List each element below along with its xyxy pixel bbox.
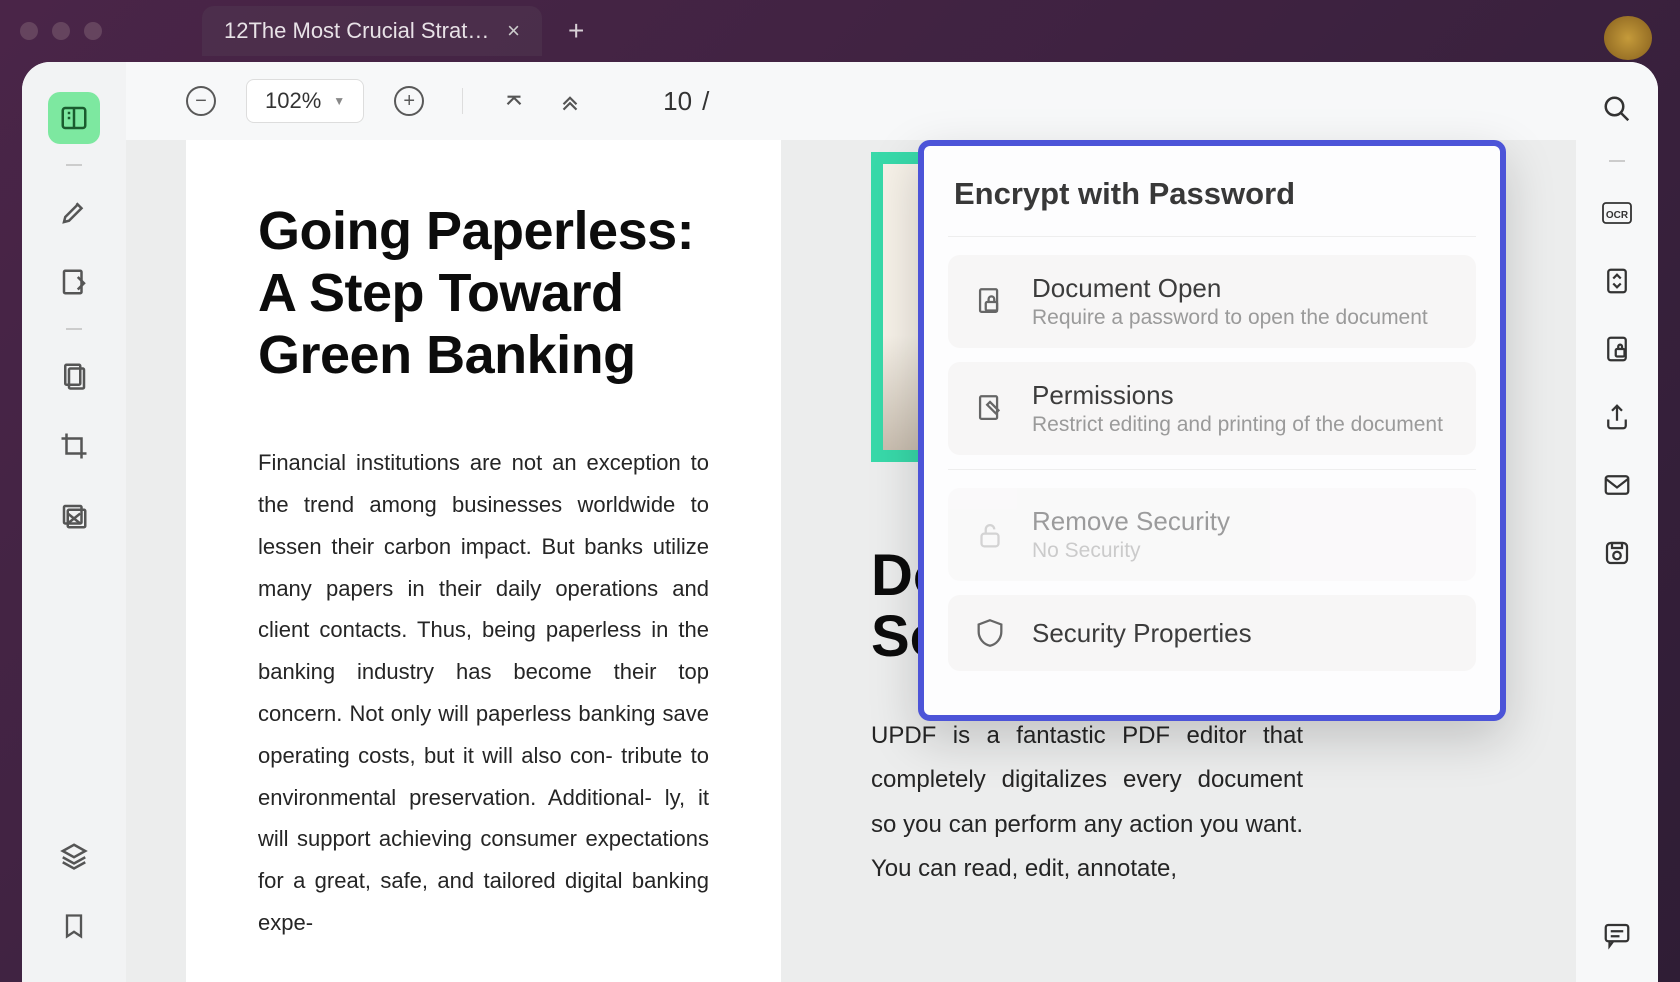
- bookmark-tool[interactable]: [48, 900, 100, 952]
- comment-button[interactable]: [1600, 918, 1634, 952]
- doc-body-left: Financial institutions are not an except…: [258, 442, 709, 944]
- titlebar: 12The Most Crucial Strateg × +: [0, 0, 1680, 62]
- left-sidebar: [22, 62, 126, 982]
- new-tab-button[interactable]: +: [568, 15, 584, 47]
- page-separator: /: [702, 86, 709, 117]
- highlighter-tool[interactable]: [48, 186, 100, 238]
- email-button[interactable]: [1600, 468, 1634, 502]
- divider: [66, 328, 82, 330]
- popup-item-text: Document Open Require a password to open…: [1032, 273, 1428, 330]
- share-button[interactable]: [1600, 400, 1634, 434]
- popup-item-security-properties[interactable]: Security Properties: [948, 595, 1476, 671]
- unlock-icon: [970, 515, 1010, 555]
- tab-title: 12The Most Crucial Strateg: [224, 18, 491, 44]
- permissions-icon: [970, 389, 1010, 429]
- svg-text:OCR: OCR: [1606, 210, 1629, 221]
- popup-item-title: Remove Security: [1032, 506, 1230, 537]
- right-sidebar: OCR: [1576, 62, 1658, 982]
- current-page[interactable]: 10: [663, 86, 692, 117]
- popup-title: Encrypt with Password: [948, 170, 1476, 237]
- popup-item-title: Permissions: [1032, 380, 1443, 411]
- doc-body-right: UPDF is a fantastic PDF editor that comp…: [871, 714, 1303, 892]
- crop-tool[interactable]: [48, 420, 100, 472]
- popup-item-text: Remove Security No Security: [1032, 506, 1230, 563]
- doc-heading-left: Going Paperless: A Step Toward Green Ban…: [258, 200, 709, 386]
- zoom-out-button[interactable]: −: [186, 86, 216, 116]
- popup-item-permissions[interactable]: Permissions Restrict editing and printin…: [948, 362, 1476, 455]
- popup-item-subtitle: Require a password to open the document: [1032, 306, 1428, 330]
- layers-tool[interactable]: [48, 830, 100, 882]
- popup-item-title: Security Properties: [1032, 618, 1252, 649]
- chevron-down-icon: ▼: [333, 94, 345, 108]
- brand-badge-icon: [1604, 16, 1652, 60]
- search-button[interactable]: [1600, 92, 1634, 126]
- redact-tool[interactable]: [48, 490, 100, 542]
- minimize-window-button[interactable]: [52, 22, 70, 40]
- previous-page-button[interactable]: [557, 88, 583, 114]
- close-window-button[interactable]: [20, 22, 38, 40]
- app-window: − 102% ▼ + 10 / Going Paperless: A Step …: [22, 62, 1658, 982]
- zoom-in-button[interactable]: +: [394, 86, 424, 116]
- document-tab[interactable]: 12The Most Crucial Strateg ×: [202, 6, 542, 56]
- edit-tool[interactable]: [48, 256, 100, 308]
- separator: [462, 88, 463, 114]
- ocr-button[interactable]: OCR: [1600, 196, 1634, 230]
- divider: [66, 164, 82, 166]
- popup-item-title: Document Open: [1032, 273, 1428, 304]
- close-tab-icon[interactable]: ×: [507, 18, 520, 44]
- popup-item-subtitle: Restrict editing and printing of the doc…: [1032, 413, 1443, 437]
- convert-button[interactable]: [1600, 264, 1634, 298]
- pages-tool[interactable]: [48, 350, 100, 402]
- maximize-window-button[interactable]: [84, 22, 102, 40]
- encrypt-popup: Encrypt with Password Document Open Requ…: [918, 140, 1506, 721]
- window-controls: [20, 22, 102, 40]
- shield-icon: [970, 613, 1010, 653]
- top-toolbar: − 102% ▼ + 10 /: [126, 62, 1576, 140]
- divider: [1609, 160, 1625, 162]
- reader-tool[interactable]: [48, 92, 100, 144]
- main-area: − 102% ▼ + 10 / Going Paperless: A Step …: [126, 62, 1576, 982]
- protect-button[interactable]: [1600, 332, 1634, 366]
- popup-item-text: Permissions Restrict editing and printin…: [1032, 380, 1443, 437]
- document-page-left: Going Paperless: A Step Toward Green Ban…: [186, 140, 781, 982]
- popup-item-remove-security: Remove Security No Security: [948, 488, 1476, 581]
- zoom-level-dropdown[interactable]: 102% ▼: [246, 79, 364, 123]
- popup-item-subtitle: No Security: [1032, 539, 1230, 563]
- document-lock-icon: [970, 282, 1010, 322]
- save-button[interactable]: [1600, 536, 1634, 570]
- popup-item-text: Security Properties: [1032, 618, 1252, 649]
- zoom-value: 102%: [265, 88, 321, 114]
- popup-divider: [948, 469, 1476, 470]
- popup-item-document-open[interactable]: Document Open Require a password to open…: [948, 255, 1476, 348]
- page-indicator[interactable]: 10 /: [663, 86, 709, 117]
- first-page-button[interactable]: [501, 88, 527, 114]
